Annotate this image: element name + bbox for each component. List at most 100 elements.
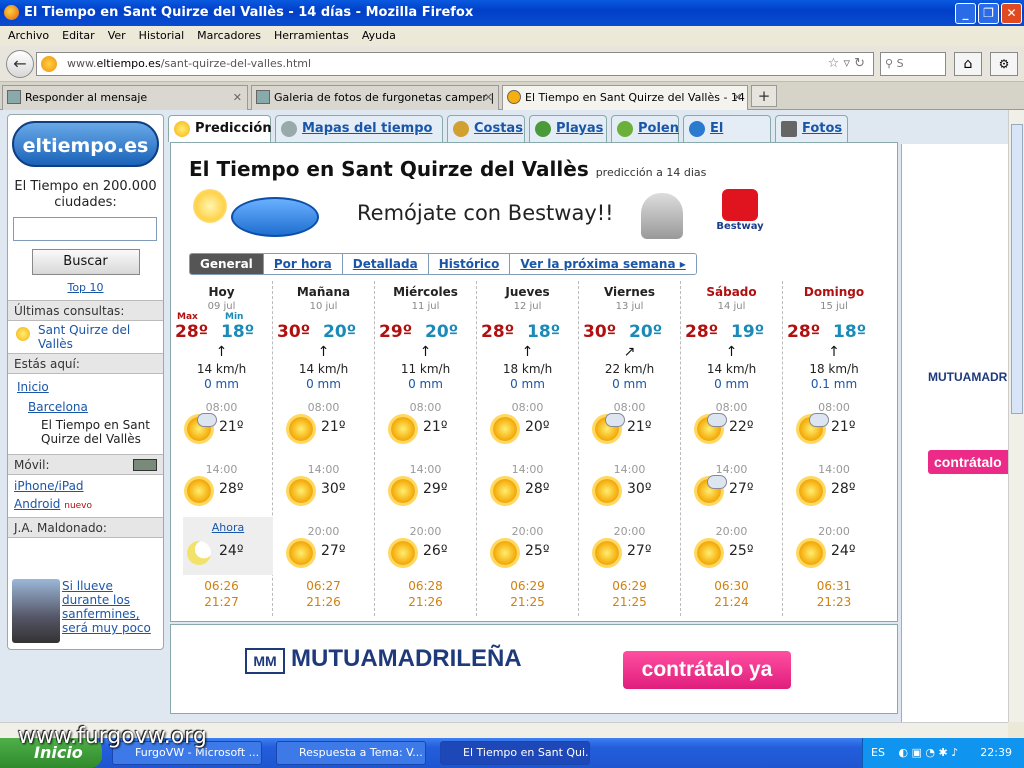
recent-item[interactable]: Sant Quirze del Vallès	[8, 321, 163, 353]
bestway-banner[interactable]: Remójate con Bestway!! Bestway	[189, 185, 769, 245]
tab-label: Responder al mensaje	[25, 91, 148, 104]
nav-playas[interactable]: Playas	[529, 115, 607, 142]
scroll-thumb[interactable]	[1011, 124, 1023, 414]
task-respuesta[interactable]: Respuesta a Tema: V...	[276, 741, 426, 765]
addon-button[interactable]: ⚙	[990, 52, 1018, 76]
city-search-input[interactable]	[13, 217, 157, 241]
nav-fotos[interactable]: Fotos	[775, 115, 848, 142]
slot-evening: 20:00 25º	[681, 515, 782, 577]
slot-afternoon: 14:00 29º	[375, 453, 476, 515]
subtab-general[interactable]: General	[190, 254, 264, 274]
search-button[interactable]: Buscar	[31, 249, 140, 275]
nav-costas[interactable]: Costas	[447, 115, 525, 142]
new-tab-button[interactable]: +	[751, 85, 777, 107]
tab-close-icon[interactable]: ✕	[233, 86, 242, 109]
slot-afternoon: 14:00 28º	[477, 453, 578, 515]
watermark: www.furgovw.org	[18, 724, 207, 749]
top10-link[interactable]: Top 10	[8, 281, 163, 294]
url-bar[interactable]: www.eltiempo.es/sant-quirze-del-valles.h…	[36, 52, 874, 76]
author-photo	[12, 579, 60, 643]
tab-galeria[interactable]: Galeria de fotos de furgonetas camper | …	[251, 85, 499, 110]
maximize-button[interactable]: ❐	[978, 3, 999, 24]
slot-time: 20:00	[818, 525, 850, 538]
slot-afternoon: 14:00 28º	[783, 453, 885, 515]
android-row: Android nuevo	[8, 495, 163, 513]
forecast-subtabs: General Por hora Detallada Histórico Ver…	[189, 253, 697, 275]
page-title: El Tiempo en Sant Quirze del Vallès pred…	[189, 157, 706, 181]
tab-label: El Tiempo en Sant Quirze del Vallès - 14…	[525, 91, 748, 104]
slot-time: 08:00	[511, 401, 544, 414]
wind-arrow-icon: ↑	[725, 344, 738, 360]
home-button[interactable]: ⌂	[954, 52, 982, 76]
nav-mundo[interactable]: El Mundo	[683, 115, 771, 162]
crumb-inicio[interactable]: Inicio	[8, 374, 163, 396]
sun-icon	[289, 417, 313, 441]
mutua-banner[interactable]: MM MUTUAMADRILEÑA contrátalo ya	[170, 624, 898, 714]
search-icon: ⚲	[885, 57, 894, 70]
day-name: Hoy	[208, 285, 235, 299]
tab-responder[interactable]: Responder al mensaje ✕	[2, 85, 248, 110]
sun-icon	[16, 327, 30, 341]
navigation-toolbar: ← www.eltiempo.es/sant-quirze-del-valles…	[0, 46, 1024, 82]
wind-arrow-icon: ↑	[215, 344, 228, 360]
subtab-detallada[interactable]: Detallada	[342, 254, 429, 274]
author-article-link[interactable]: Si llueve durante los sanfermines, será …	[56, 577, 160, 637]
slot-morning: 08:00 21º	[579, 391, 680, 453]
rain-amount: 0 mm	[408, 377, 443, 391]
tab-close-icon[interactable]: ✕	[733, 86, 742, 109]
nav-mapas[interactable]: Mapas del tiempo ▾	[275, 115, 443, 162]
contratalo-button[interactable]: contrátalo ya	[623, 651, 791, 689]
subtab-por-hora[interactable]: Por hora	[263, 254, 343, 274]
right-ad[interactable]: MUTUAMADR contrátalo	[901, 144, 1008, 722]
slot-temp: 25º	[729, 543, 754, 559]
task-eltiempo[interactable]: El Tiempo en Sant Qui...	[440, 741, 590, 765]
search-box[interactable]: ⚲ S	[880, 52, 946, 76]
menu-herramientas[interactable]: Herramientas	[274, 26, 358, 46]
slot-temp: 21º	[321, 419, 346, 435]
menu-marcadores[interactable]: Marcadores	[197, 26, 270, 46]
android-link[interactable]: Android	[14, 497, 60, 511]
site-logo[interactable]: eltiempo.es	[12, 121, 159, 167]
minimize-button[interactable]: _	[955, 3, 976, 24]
menu-archivo[interactable]: Archivo	[8, 26, 58, 46]
temps: 28º 18º	[477, 318, 578, 344]
rain-amount: 0 mm	[204, 377, 239, 391]
nav-prediccion[interactable]: Predicción	[168, 115, 272, 142]
menu-bar: Archivo Editar Ver Historial Marcadores …	[0, 26, 1024, 46]
camera-icon	[781, 121, 797, 137]
subtab-historico[interactable]: Histórico	[428, 254, 511, 274]
back-button[interactable]: ←	[6, 50, 34, 78]
slot-temp: 30º	[321, 481, 346, 497]
slot-time: 08:00	[409, 401, 442, 414]
menu-editar[interactable]: Editar	[62, 26, 104, 46]
bookmark-star-icon[interactable]: ☆ ▿ ↻	[828, 53, 865, 75]
tray-icons[interactable]: ◐ ▣ ◔ ✱ ♪	[898, 746, 958, 759]
vertical-scrollbar[interactable]	[1008, 110, 1024, 722]
wind-arrow-icon: ↑	[521, 344, 534, 360]
day-column: Domingo 15 jul 28º 18º ↑ 18 km/h 0.1 mm 08:00 21…	[783, 281, 885, 616]
now-link[interactable]: Ahora	[183, 517, 273, 534]
temp-min: 20º	[629, 322, 663, 342]
menu-historial[interactable]: Historial	[139, 26, 193, 46]
sun-graphic	[193, 189, 227, 223]
back-arrow-icon: ←	[13, 54, 27, 73]
max-label: Max	[177, 312, 198, 322]
close-button[interactable]: ✕	[1001, 3, 1022, 24]
right-ad-button[interactable]: contrátalo	[928, 450, 1008, 474]
globe-icon	[689, 121, 705, 137]
menu-ayuda[interactable]: Ayuda	[362, 26, 405, 46]
nav-polen[interactable]: Polen	[611, 115, 679, 142]
iphone-link[interactable]: iPhone/iPad	[8, 475, 163, 495]
wind-arrow-icon: ↑	[317, 344, 330, 360]
rain-amount: 0 mm	[306, 377, 341, 391]
tab-close-icon[interactable]: ✕	[484, 86, 493, 109]
mutua-logo: MM MUTUAMADRILEÑA	[245, 645, 522, 674]
sun-cloud-icon	[187, 413, 217, 441]
language-indicator[interactable]: ES	[871, 746, 885, 759]
slot-temp: 28º	[525, 481, 550, 497]
subtab-proxima-semana[interactable]: Ver la próxima semana ▸	[510, 254, 696, 274]
crumb-barcelona[interactable]: Barcelona	[8, 396, 163, 416]
clock: 22:39	[980, 746, 1012, 759]
menu-ver[interactable]: Ver	[108, 26, 135, 46]
tab-eltiempo[interactable]: El Tiempo en Sant Quirze del Vallès - 14…	[502, 85, 748, 110]
